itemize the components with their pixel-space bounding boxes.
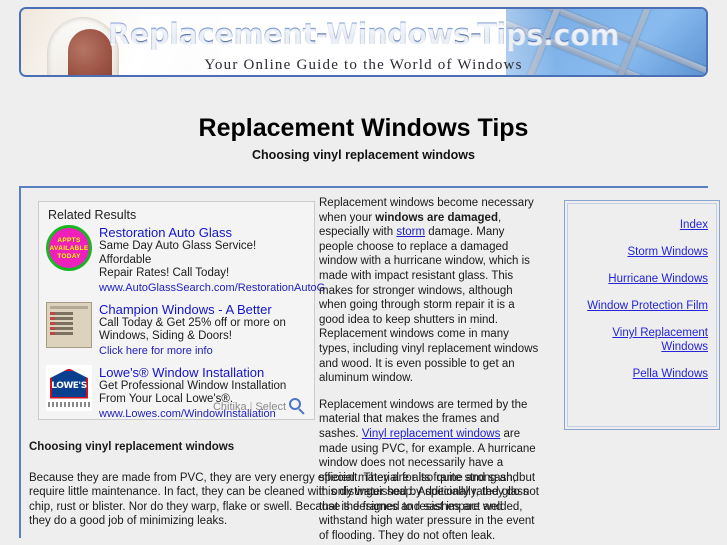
ad-description-line: Get Professional Window Installation <box>99 379 287 392</box>
sidebar-item-hurricane-windows[interactable]: Hurricane Windows <box>574 272 708 286</box>
ad-description-line: Call Today & Get 25% off or more on <box>99 316 286 329</box>
article-full-width: Choosing vinyl replacement windows Becau… <box>29 440 547 543</box>
article-paragraph-3: Because they are made from PVC, they are… <box>29 471 539 528</box>
storm-link[interactable]: storm <box>396 226 425 238</box>
site-banner: Replacement-Windows-Tips.com Your Online… <box>19 7 708 77</box>
ad-title[interactable]: Lowe's® Window Installation <box>99 365 308 380</box>
sidebar-item-storm-windows[interactable]: Storm Windows <box>574 245 708 259</box>
page-title: Replacement Windows Tips <box>198 113 529 142</box>
badge-line-1: APPTS <box>57 237 81 244</box>
ad-url[interactable]: Click here for more info <box>99 344 308 358</box>
sidebar-item-vinyl-replacement-windows[interactable]: Vinyl Replacement Windows <box>574 326 708 354</box>
footer-separator: | <box>249 400 253 413</box>
ad-item[interactable]: APPTS AVAILABLE TODAY Restoration Auto G… <box>46 225 325 295</box>
badge-line-3: TODAY <box>57 253 81 260</box>
ad-description-line: Windows, Siding & Doors! <box>99 330 232 342</box>
sidebar-links-box: Index Storm Windows Hurricane Windows Wi… <box>564 200 720 430</box>
ad-title[interactable]: Restoration Auto Glass <box>99 225 308 240</box>
magnifier-icon[interactable] <box>289 398 306 415</box>
ad-description-line: Same Day Auto Glass Service! Affordable <box>99 240 257 266</box>
ad-block-heading: Related Results <box>48 208 137 222</box>
banner-tagline: Your Online Guide to the World of Window… <box>204 57 523 73</box>
form-list-thumbnail-icon <box>46 301 92 348</box>
sidebar-item-window-protection-film[interactable]: Window Protection Film <box>574 299 708 313</box>
lowes-logo-icon: LOWE'S <box>46 364 92 411</box>
ad-item[interactable]: Champion Windows - A Better Call Today &… <box>46 301 308 358</box>
chitika-select-label[interactable]: Select <box>255 401 286 413</box>
ad-attribution-footer: Chitika | Select <box>213 398 306 415</box>
sidebar-item-pella-windows[interactable]: Pella Windows <box>574 367 708 381</box>
p1-bold-phrase: windows are damaged <box>375 211 498 224</box>
ad-title[interactable]: Champion Windows - A Better <box>99 302 308 317</box>
banner-site-name: Replacement-Windows-Tips.com <box>21 17 706 51</box>
sidebar-item-index[interactable]: Index <box>574 218 708 232</box>
ad-url[interactable]: www.AutoGlassSearch.com/RestorationAutoG <box>99 281 325 295</box>
article-subheading: Choosing vinyl replacement windows <box>29 441 235 453</box>
p1-part-c: damage. Many people choose to replace a … <box>319 226 539 385</box>
ad-description-line: Repair Rates! Call Today! <box>99 267 230 279</box>
lowes-logo-text: LOWE'S <box>51 380 87 391</box>
badge-line-2: AVAILABLE <box>49 245 89 252</box>
article-paragraph-1: Replacement windows become necessary whe… <box>319 196 541 386</box>
related-results-ad-block: Related Results APPTS AVAILABLE TODAY Re… <box>38 201 325 420</box>
page-subtitle: Choosing vinyl replacement windows <box>252 148 475 162</box>
main-content-container: Related Results APPTS AVAILABLE TODAY Re… <box>19 186 720 542</box>
appts-available-today-badge-icon: APPTS AVAILABLE TODAY <box>46 225 92 271</box>
vinyl-replacement-windows-link[interactable]: Vinyl replacement windows <box>362 428 501 440</box>
chitika-brand-label[interactable]: Chitika <box>213 401 247 413</box>
